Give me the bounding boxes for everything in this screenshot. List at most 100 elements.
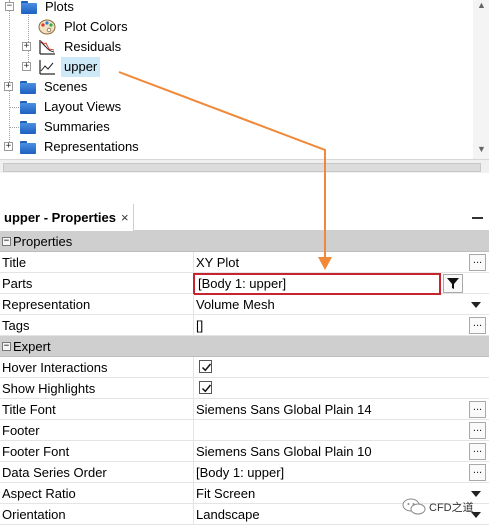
properties-tab-bar: upper - Properties × — [0, 204, 489, 231]
property-name: Footer Font — [2, 444, 70, 459]
palette-icon — [38, 19, 56, 35]
folder-icon — [20, 120, 36, 134]
scroll-up-icon[interactable]: ▲ — [477, 0, 486, 10]
property-name: Aspect Ratio — [2, 486, 76, 501]
dropdown-arrow-icon[interactable] — [471, 302, 481, 308]
tree-item-plots[interactable]: − Plots — [5, 0, 77, 17]
property-value: [Body 1: upper] — [198, 276, 287, 291]
tree-item-label: Plot Colors — [64, 19, 128, 34]
tree-item-layout-views[interactable]: Layout Views — [9, 97, 124, 117]
tree-item-upper[interactable]: + upper — [20, 57, 101, 77]
property-row-representation: Representation Volume Mesh — [0, 294, 489, 315]
property-name: Hover Interactions — [2, 360, 108, 375]
edit-button[interactable]: ... — [469, 422, 486, 439]
hover-interactions-checkbox[interactable] — [199, 360, 212, 373]
section-label: Expert — [13, 339, 51, 354]
property-row-parts: Parts [Body 1: upper] — [0, 273, 489, 295]
column-divider — [193, 441, 194, 462]
xy-plot-icon — [39, 60, 55, 75]
property-value[interactable]: [Body 1: upper] — [196, 462, 284, 483]
column-divider — [193, 462, 194, 483]
watermark-text: CFD之道 — [429, 501, 474, 514]
expand-icon[interactable]: + — [4, 82, 13, 91]
expand-icon[interactable]: + — [22, 42, 31, 51]
tree-item-label: Summaries — [44, 119, 110, 134]
scrollbar-thumb[interactable] — [3, 163, 481, 172]
column-divider — [193, 378, 194, 399]
tree-item-label: Plots — [45, 0, 74, 14]
section-properties[interactable]: − Properties — [0, 231, 489, 252]
column-divider — [193, 420, 194, 441]
property-row-footer-font: Footer Font Siemens Sans Global Plain 10… — [0, 441, 489, 462]
scroll-down-icon[interactable]: ▼ — [477, 144, 486, 154]
edit-button[interactable]: ... — [469, 317, 486, 334]
property-name: Title — [2, 255, 27, 270]
property-name: Orientation — [2, 507, 66, 522]
tree-item-representations[interactable]: + Representations — [4, 137, 142, 157]
property-value[interactable]: Siemens Sans Global Plain 10 — [196, 441, 372, 462]
tree-item-plot-colors[interactable]: Plot Colors — [38, 17, 131, 37]
property-value[interactable]: Landscape — [196, 504, 260, 525]
edit-button[interactable]: ... — [469, 464, 486, 481]
edit-button[interactable]: ... — [469, 254, 486, 271]
property-name: Parts — [2, 276, 33, 291]
collapse-icon[interactable]: − — [2, 342, 11, 351]
tree-item-label: Scenes — [44, 79, 88, 94]
property-value[interactable]: Fit Screen — [196, 483, 255, 504]
column-divider — [193, 504, 194, 525]
tree-item-scenes[interactable]: + Scenes — [4, 77, 90, 97]
property-value[interactable]: [] — [196, 315, 203, 336]
simulation-tree: − Plots Plot Colors + Residuals + upper … — [0, 0, 489, 160]
tab-properties[interactable]: upper - Properties × — [0, 204, 134, 231]
tab-label: upper - Properties — [4, 210, 116, 225]
residuals-plot-icon — [39, 40, 55, 55]
tree-item-label: Residuals — [64, 39, 122, 54]
folder-icon — [21, 0, 37, 14]
expand-icon[interactable]: + — [22, 62, 31, 71]
property-value[interactable]: Volume Mesh — [196, 294, 275, 315]
tree-item-summaries[interactable]: Summaries — [9, 117, 113, 137]
column-divider — [193, 357, 194, 378]
section-expert[interactable]: − Expert — [0, 336, 489, 357]
tree-item-residuals[interactable]: + Residuals — [20, 37, 124, 57]
folder-icon — [20, 100, 36, 114]
minimize-icon[interactable] — [472, 217, 483, 219]
wechat-icon — [402, 498, 426, 515]
show-highlights-checkbox[interactable] — [199, 381, 212, 394]
close-icon[interactable]: × — [121, 210, 129, 225]
property-row-tags: Tags [] ... — [0, 315, 489, 336]
edit-button[interactable]: ... — [469, 401, 486, 418]
filter-icon — [447, 278, 459, 289]
filter-button[interactable] — [443, 274, 463, 293]
property-row-show-highlights: Show Highlights — [0, 378, 489, 399]
column-divider — [193, 294, 194, 315]
section-label: Properties — [13, 234, 73, 249]
property-name: Representation — [2, 297, 91, 312]
property-name: Title Font — [2, 402, 56, 417]
collapse-icon[interactable]: − — [2, 237, 11, 246]
property-value[interactable]: XY Plot — [196, 252, 239, 273]
property-value[interactable]: Siemens Sans Global Plain 14 — [196, 399, 372, 420]
collapse-icon[interactable]: − — [5, 2, 14, 11]
property-row-title: Title XY Plot ... — [0, 252, 489, 273]
watermark: CFD之道 — [402, 498, 474, 515]
expand-icon[interactable]: + — [4, 142, 13, 151]
column-divider — [193, 399, 194, 420]
checkmark-icon — [201, 384, 212, 393]
folder-icon — [20, 140, 36, 154]
tree-vertical-scrollbar[interactable]: ▲ ▼ — [473, 0, 489, 159]
property-row-footer: Footer ... — [0, 420, 489, 441]
checkmark-icon — [201, 363, 212, 372]
parts-value-field[interactable]: [Body 1: upper] — [193, 273, 441, 295]
property-name: Data Series Order — [2, 465, 107, 480]
tree-item-label: upper — [61, 57, 101, 77]
column-divider — [193, 252, 194, 273]
edit-button[interactable]: ... — [469, 443, 486, 460]
property-name: Footer — [2, 423, 40, 438]
dropdown-arrow-icon[interactable] — [471, 491, 481, 497]
property-grid: − Properties Title XY Plot ... Parts [Bo… — [0, 231, 489, 525]
tree-item-label: Layout Views — [44, 99, 122, 114]
tree-horizontal-scrollbar[interactable] — [0, 159, 489, 173]
property-row-hover-interactions: Hover Interactions — [0, 357, 489, 378]
property-name: Tags — [2, 318, 30, 333]
